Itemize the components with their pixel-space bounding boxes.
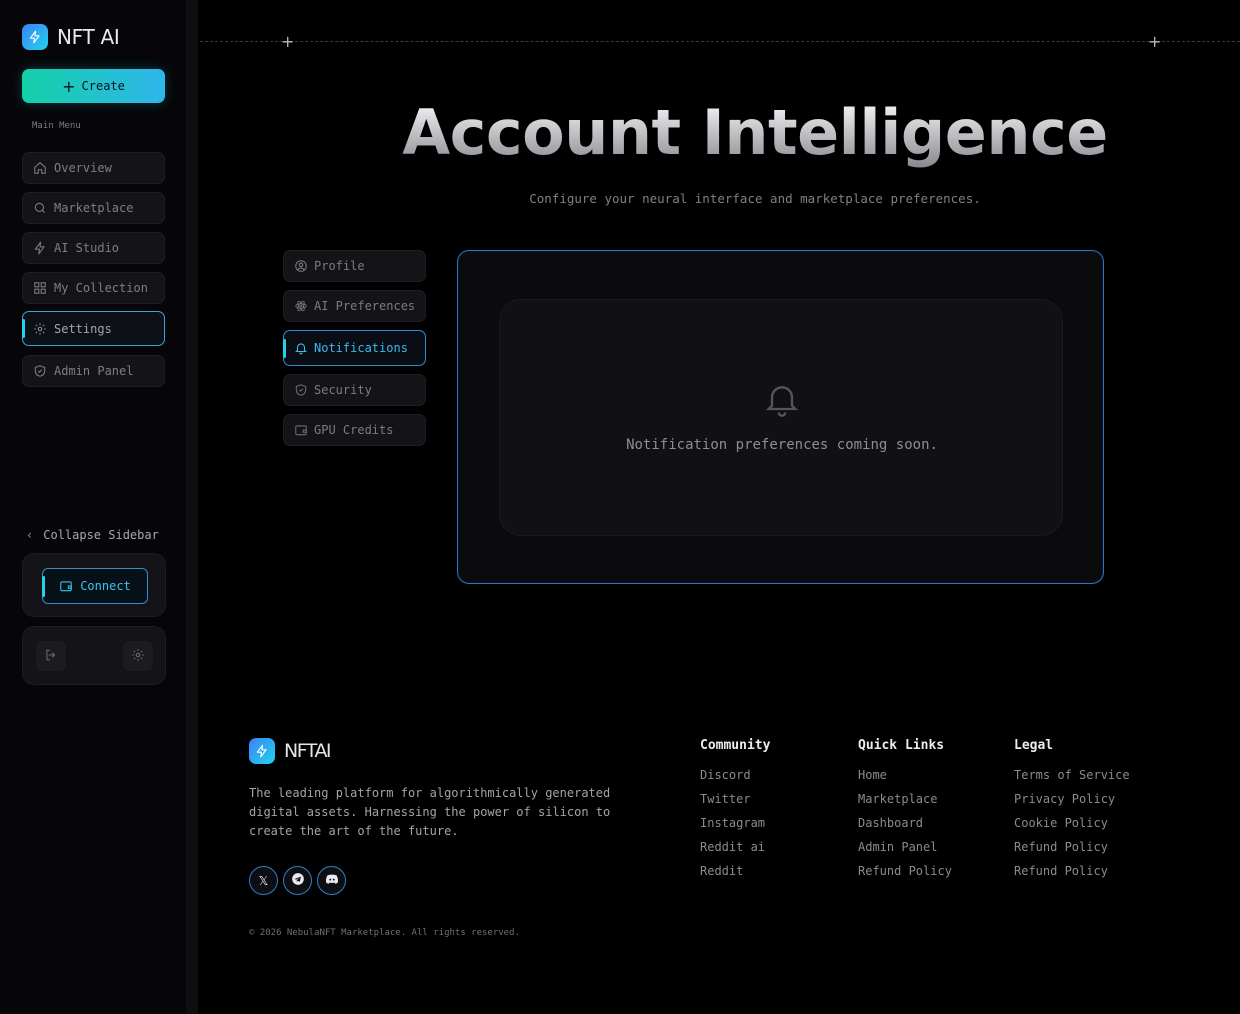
footer-link[interactable]: Cookie Policy xyxy=(1014,816,1108,830)
tab-gpu-credits[interactable]: GPU Credits xyxy=(283,414,426,446)
tab-label: Security xyxy=(314,383,372,397)
tab-label: Notifications xyxy=(314,341,408,355)
sparkle-icon: + xyxy=(281,32,295,51)
search-icon xyxy=(32,201,47,216)
bolt-icon xyxy=(22,24,48,50)
utility-card xyxy=(22,626,166,685)
logout-icon xyxy=(44,647,58,666)
footer-link[interactable]: Marketplace xyxy=(858,792,937,806)
tab-security[interactable]: Security xyxy=(283,374,426,406)
sidebar-item-label: My Collection xyxy=(54,281,148,295)
shield-icon xyxy=(32,364,47,379)
sidebar-item-admin-panel[interactable]: Admin Panel xyxy=(22,355,165,387)
footer-brand-name: NFTAI xyxy=(284,740,332,762)
footer-link[interactable]: Refund Policy xyxy=(1014,840,1108,854)
wallet-icon xyxy=(59,579,73,593)
discord-icon xyxy=(325,873,339,888)
sidebar-item-label: AI Studio xyxy=(54,241,120,255)
logout-button[interactable] xyxy=(36,641,66,671)
tab-profile[interactable]: Profile xyxy=(283,250,426,282)
create-button[interactable]: + Create xyxy=(22,69,165,103)
bell-icon xyxy=(293,341,308,356)
footer-link[interactable]: Terms of Service xyxy=(1014,768,1130,782)
footer-link[interactable]: Dashboard xyxy=(858,816,923,830)
wallet-icon xyxy=(293,423,308,438)
page-title: Account Intelligence xyxy=(280,96,1230,169)
sidebar-item-settings[interactable]: Settings xyxy=(22,311,165,346)
user-circle-icon xyxy=(293,259,308,274)
shield-icon xyxy=(293,383,308,398)
discord-social-button[interactable] xyxy=(317,866,346,895)
footer-column-title: Legal xyxy=(1014,738,1054,753)
footer-link[interactable]: Reddit ai xyxy=(700,840,765,854)
sidebar-item-ai-studio[interactable]: AI Studio xyxy=(22,232,165,264)
brand[interactable]: NFT AI xyxy=(22,24,120,50)
atom-icon xyxy=(293,299,308,314)
sidebar-item-marketplace[interactable]: Marketplace xyxy=(22,192,165,224)
tab-label: GPU Credits xyxy=(314,423,394,437)
connect-wallet-button[interactable]: Connect xyxy=(42,568,148,604)
sidebar-item-my-collection[interactable]: My Collection xyxy=(22,272,165,304)
bolt-icon xyxy=(32,241,47,256)
tab-ai-preferences[interactable]: AI Preferences xyxy=(283,290,426,322)
collapse-label: Collapse Sidebar xyxy=(43,528,159,542)
create-label: Create xyxy=(81,79,125,93)
notifications-panel: Notification preferences coming soon. xyxy=(457,250,1104,584)
sidebar-item-overview[interactable]: Overview xyxy=(22,152,165,184)
connect-label: Connect xyxy=(80,579,131,593)
main-menu-label: Main Menu xyxy=(32,121,81,131)
sparkle-icon: + xyxy=(1148,32,1162,51)
footer-link[interactable]: Refund Policy xyxy=(1014,864,1108,878)
sidebar: NFT AI + Create Main Menu Overview Marke… xyxy=(0,0,186,1014)
grid-icon xyxy=(32,281,47,296)
coming-soon-card: Notification preferences coming soon. xyxy=(499,299,1063,536)
tab-label: AI Preferences xyxy=(314,299,416,313)
gear-icon xyxy=(32,321,47,336)
gear-icon xyxy=(131,647,145,666)
footer-link[interactable]: Reddit xyxy=(700,864,743,878)
sidebar-item-label: Overview xyxy=(54,161,112,175)
footer-brand[interactable]: NFTAI xyxy=(249,738,332,764)
footer-link[interactable]: Privacy Policy xyxy=(1014,792,1115,806)
plus-icon: + xyxy=(62,76,76,96)
bell-icon xyxy=(762,379,802,423)
bolt-icon xyxy=(249,738,275,764)
home-icon xyxy=(32,161,47,176)
footer-column-title: Community xyxy=(700,738,771,753)
tab-notifications[interactable]: Notifications xyxy=(283,330,426,366)
footer-description: The leading platform for algorithmically… xyxy=(249,786,611,838)
decorative-dashed-line xyxy=(200,41,1240,42)
sidebar-divider xyxy=(186,0,198,1014)
footer-link[interactable]: Discord xyxy=(700,768,751,782)
chevron-left-icon: ‹ xyxy=(26,528,34,542)
copyright: © 2026 NebulaNFT Marketplace. All rights… xyxy=(249,928,520,938)
footer-column-title: Quick Links xyxy=(858,738,945,753)
coming-soon-message: Notification preferences coming soon. xyxy=(626,437,938,453)
app-name: NFT AI xyxy=(57,25,120,49)
sidebar-item-label: Marketplace xyxy=(54,201,134,215)
page-subtitle: Configure your neural interface and mark… xyxy=(529,191,981,206)
telegram-icon xyxy=(291,872,305,889)
footer-link[interactable]: Home xyxy=(858,768,887,782)
footer-link[interactable]: Instagram xyxy=(700,816,765,830)
sidebar-item-label: Admin Panel xyxy=(54,364,134,378)
x-social-button[interactable]: 𝕏 xyxy=(249,866,278,895)
telegram-social-button[interactable] xyxy=(283,866,312,895)
footer-link[interactable]: Refund Policy xyxy=(858,864,952,878)
x-icon: 𝕏 xyxy=(258,873,269,888)
tab-label: Profile xyxy=(314,259,365,273)
connect-card: Connect xyxy=(22,553,166,617)
sidebar-item-label: Settings xyxy=(54,321,112,336)
settings-button[interactable] xyxy=(123,641,153,671)
footer-link[interactable]: Admin Panel xyxy=(858,840,937,854)
collapse-sidebar-button[interactable]: ‹ Collapse Sidebar xyxy=(26,528,159,542)
footer-link[interactable]: Twitter xyxy=(700,792,751,806)
